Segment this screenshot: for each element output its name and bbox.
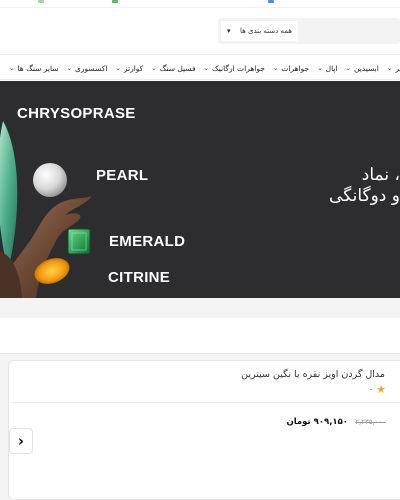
nav-item[interactable]: اپال ⌄ [317, 64, 337, 73]
top-strip-mark [38, 0, 44, 3]
nav-item-label: اکسسوری [75, 63, 108, 73]
hero-banner[interactable]: CHRYSOPRASE PEARL EMERALD CITRINE ، نماد… [0, 81, 400, 298]
banner-headline-line2: و دوگانگی [329, 186, 400, 206]
nav-item-label: کوارتز [123, 63, 144, 73]
nav-item-label: جواهرات ارگانیک [212, 63, 265, 73]
pearl-gem [33, 163, 67, 197]
nav-item-label: فسیل سنگ [159, 63, 196, 73]
chevron-down-icon: ⌄ [66, 64, 73, 72]
nav-item[interactable]: فسیل سنگ ⌄ [151, 64, 195, 73]
chevron-down-icon: ⌄ [272, 64, 279, 72]
nav-item[interactable]: سایر سنگ ها ⌄ [9, 64, 59, 73]
nav-item[interactable]: جواهرات ⌄ [273, 64, 309, 73]
chevron-down-icon: ⌄ [345, 64, 351, 72]
rating-count: ۰ [368, 385, 374, 394]
nav-item[interactable]: جواهرات ارگانیک ⌄ [204, 64, 265, 73]
category-select-label: همه دسته بندی ها [239, 27, 292, 35]
site-header: همه دسته بندی ها ▾ [0, 8, 400, 54]
nav-item-label: اپال [325, 63, 338, 73]
banner-headline-line1: ، نماد [361, 165, 400, 185]
card-divider [12, 402, 400, 403]
chrysoprase-gem [0, 121, 18, 271]
nav-item-label: سیر [395, 63, 400, 73]
top-strip-mark [268, 0, 274, 3]
chevron-down-icon: ⌄ [203, 64, 210, 72]
nav-item[interactable]: کوارتز ⌄ [115, 64, 143, 73]
product-price: ۹۰۹,۱۵۰ تومان [286, 417, 348, 427]
chevron-down-icon: ⌄ [115, 64, 121, 72]
gem-label-pearl: PEARL [96, 167, 149, 184]
nav-item[interactable]: سیر⌄ [387, 64, 400, 73]
chevron-down-icon: ⌄ [317, 64, 323, 72]
gem-label-chrysoprase: CHRYSOPRASE [17, 105, 136, 122]
nav-item[interactable]: ابسیدین ⌄ [346, 64, 379, 73]
gem-label-citrine: CITRINE [108, 269, 171, 286]
star-icon: ★ [376, 383, 386, 396]
top-strip [0, 0, 400, 8]
top-strip-mark [112, 0, 118, 3]
chevron-down-icon: ⌄ [151, 64, 157, 72]
product-title[interactable]: مدال گردن اویز نقره با نگین سیترین [241, 369, 385, 380]
search-bar[interactable]: همه دسته بندی ها ▾ [218, 18, 400, 44]
product-card[interactable] [8, 360, 400, 500]
nav-item-label: جواهرات [281, 63, 310, 73]
nav-item-label: سایر سنگ ها [17, 63, 59, 73]
nav-item-label: ابسیدین [354, 63, 379, 73]
carousel-next-button[interactable]: › [9, 428, 33, 454]
category-select[interactable]: همه دسته بندی ها ▾ [221, 21, 298, 41]
section-spacer [0, 298, 400, 318]
product-rating: ★ ۰ [369, 383, 386, 396]
gem-label-emerald: EMERALD [109, 233, 186, 250]
chevron-down-icon: ▾ [227, 27, 231, 35]
nav-item[interactable]: اکسسوری ⌄ [67, 64, 108, 73]
category-nav: سیر⌄ابسیدین⌄اپال⌄جواهرات⌄جواهرات ارگانیک… [0, 54, 400, 80]
chevron-right-icon: › [17, 432, 25, 450]
chevron-down-icon: ⌄ [386, 64, 393, 72]
product-old-price: ۲,۲۳۵,۰۰۰ [355, 418, 386, 426]
chevron-down-icon: ⌄ [9, 64, 15, 72]
